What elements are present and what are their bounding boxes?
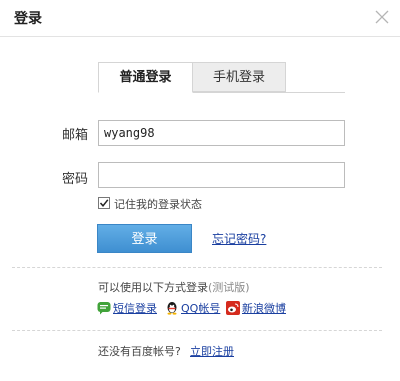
forgot-password-link[interactable]: 忘记密码?	[212, 230, 266, 247]
password-field[interactable]	[98, 162, 345, 188]
no-account-text: 还没有百度帐号?	[98, 345, 181, 358]
sms-icon[interactable]	[97, 300, 111, 315]
login-tabs: 普通登录 手机登录	[98, 62, 345, 93]
tab-normal-login[interactable]: 普通登录	[98, 62, 193, 93]
register-link[interactable]: 立即注册	[190, 343, 234, 359]
remember-me[interactable]: 记住我的登录状态	[98, 196, 202, 212]
login-dialog: 登录 普通登录 手机登录 邮箱 wyang98 密码 记住我的登录状态 登录 忘…	[0, 0, 400, 381]
dialog-titlebar: 登录	[0, 0, 400, 37]
dialog-title: 登录	[14, 11, 42, 27]
remember-label: 记住我的登录状态	[114, 198, 202, 211]
login-button[interactable]: 登录	[97, 224, 192, 253]
sms-login-link[interactable]: 短信登录	[113, 300, 157, 316]
weibo-icon[interactable]	[226, 300, 240, 315]
divider	[12, 267, 382, 268]
remember-checkbox[interactable]	[98, 197, 110, 209]
qq-icon[interactable]	[165, 300, 179, 315]
close-icon[interactable]	[374, 9, 390, 25]
password-label: 密码	[61, 172, 88, 187]
qq-login-link[interactable]: QQ帐号	[181, 300, 220, 316]
divider	[12, 330, 382, 331]
email-field[interactable]: wyang98	[98, 120, 345, 146]
alt-login-text: 可以使用以下方式登录	[98, 281, 208, 294]
weibo-login-link[interactable]: 新浪微博	[242, 300, 286, 316]
beta-note: (测试版)	[208, 281, 250, 294]
tab-phone-login[interactable]: 手机登录	[193, 62, 286, 92]
email-label: 邮箱	[61, 128, 88, 143]
alt-login-title: 可以使用以下方式登录(测试版)	[98, 279, 250, 295]
